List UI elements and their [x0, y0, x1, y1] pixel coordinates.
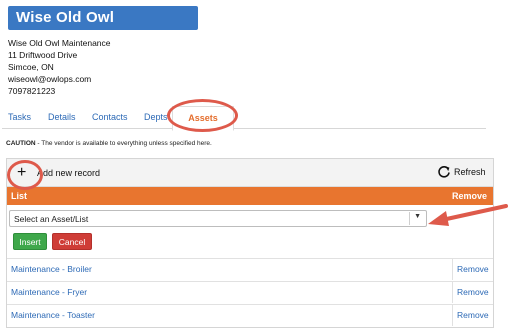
- row-divider: [452, 259, 453, 280]
- refresh-button[interactable]: Refresh: [435, 165, 493, 181]
- add-new-record-button[interactable]: + Add new record: [11, 163, 111, 183]
- asset-link[interactable]: Maintenance - Fryer: [11, 287, 87, 297]
- address-street: 11 Driftwood Drive: [8, 50, 78, 60]
- panel-toolbar: + Add new record Refresh: [7, 159, 493, 187]
- select-divider: [409, 212, 410, 225]
- row-divider: [452, 305, 453, 326]
- asset-link[interactable]: Maintenance - Broiler: [11, 264, 92, 274]
- select-placeholder: Select an Asset/List: [14, 214, 89, 224]
- add-new-record-label: Add new record: [37, 168, 101, 178]
- asset-list-select[interactable]: Select an Asset/List ▼: [9, 210, 427, 227]
- table-row: Maintenance - Fryer Remove: [7, 281, 493, 303]
- tab-depts[interactable]: Depts: [144, 112, 168, 122]
- caution-label: CAUTION: [6, 140, 36, 147]
- tabs-divider: [2, 128, 486, 129]
- remove-link[interactable]: Remove: [457, 287, 489, 297]
- refresh-icon: [438, 166, 450, 178]
- vendor-address: Wise Old Owl Maintenance 11 Driftwood Dr…: [8, 37, 111, 97]
- tab-assets[interactable]: Assets: [172, 106, 234, 131]
- caution-text: - The vendor is available to everything …: [35, 140, 212, 147]
- assets-panel: + Add new record Refresh List Remove Sel…: [6, 158, 494, 328]
- remove-link[interactable]: Remove: [457, 264, 489, 274]
- plus-icon: +: [17, 164, 27, 181]
- asset-link[interactable]: Maintenance - Toaster: [11, 310, 95, 320]
- cancel-button[interactable]: Cancel: [52, 233, 92, 250]
- tab-details[interactable]: Details: [48, 112, 76, 122]
- address-city: Simcoe, ON: [8, 62, 54, 72]
- tab-tasks[interactable]: Tasks: [8, 112, 31, 122]
- address-phone: 7097821223: [8, 86, 56, 96]
- table-row: Maintenance - Toaster Remove: [7, 304, 493, 326]
- tab-contacts[interactable]: Contacts: [92, 112, 128, 122]
- address-email: wiseowl@owlops.com: [8, 74, 92, 84]
- remove-link[interactable]: Remove: [457, 310, 489, 320]
- header-remove: Remove: [451, 191, 487, 201]
- header-list: List: [11, 191, 28, 201]
- vendor-title: Wise Old Owl Maintenance: [8, 6, 198, 50]
- table-row: Maintenance - Broiler Remove: [7, 258, 493, 280]
- dropdown-arrow-icon: ▼: [414, 213, 421, 220]
- address-name: Wise Old Owl Maintenance: [8, 38, 111, 48]
- table-header: List Remove: [7, 187, 493, 205]
- caution-note: CAUTION - The vendor is available to eve…: [6, 140, 212, 147]
- refresh-label: Refresh: [454, 167, 486, 177]
- tab-bar: Tasks Details Contacts Depts: [0, 106, 508, 130]
- insert-button[interactable]: Insert: [13, 233, 47, 250]
- row-divider: [452, 282, 453, 303]
